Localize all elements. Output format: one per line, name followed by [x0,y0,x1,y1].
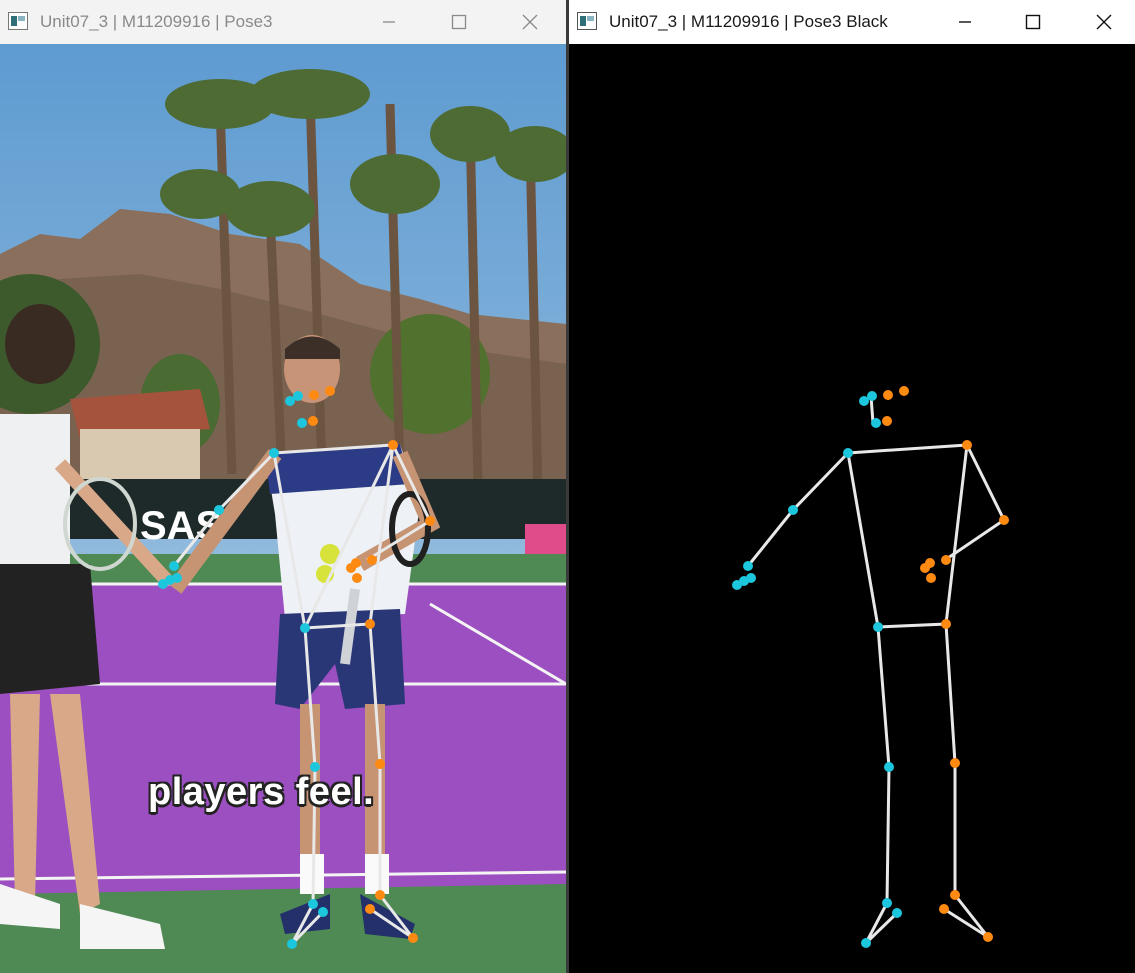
maximize-button[interactable] [1010,0,1056,44]
close-button[interactable] [1081,0,1127,44]
minimize-button[interactable] [942,0,988,44]
close-icon [1096,14,1112,30]
minimize-icon [959,21,971,23]
window-app-icon [577,12,597,30]
video-caption: players feel. [148,771,375,813]
close-icon [522,14,538,30]
pose-black-window[interactable]: Unit07_3 | M11209916 | Pose3 Black [569,0,1135,973]
maximize-icon [1025,14,1041,30]
minimize-icon [383,21,395,23]
pose-skeleton-overlay [158,386,435,949]
close-button[interactable] [507,0,553,44]
black-pose-canvas [569,44,1135,973]
window-title: Unit07_3 | M11209916 | Pose3 [40,12,273,31]
pose-skeleton [732,386,1009,948]
title-bar[interactable]: Unit07_3 | M11209916 | Pose3 [0,0,566,44]
maximize-button[interactable] [436,0,482,44]
maximize-icon [451,14,467,30]
window-title: Unit07_3 | M11209916 | Pose3 Black [609,12,888,31]
window-app-icon [8,12,28,30]
title-bar[interactable]: Unit07_3 | M11209916 | Pose3 Black [569,0,1135,44]
minimize-button[interactable] [366,0,412,44]
pose-window[interactable]: Unit07_3 | M11209916 | Pose3 SAS players… [0,0,566,973]
video-frame: SAS players feel. [0,44,566,973]
